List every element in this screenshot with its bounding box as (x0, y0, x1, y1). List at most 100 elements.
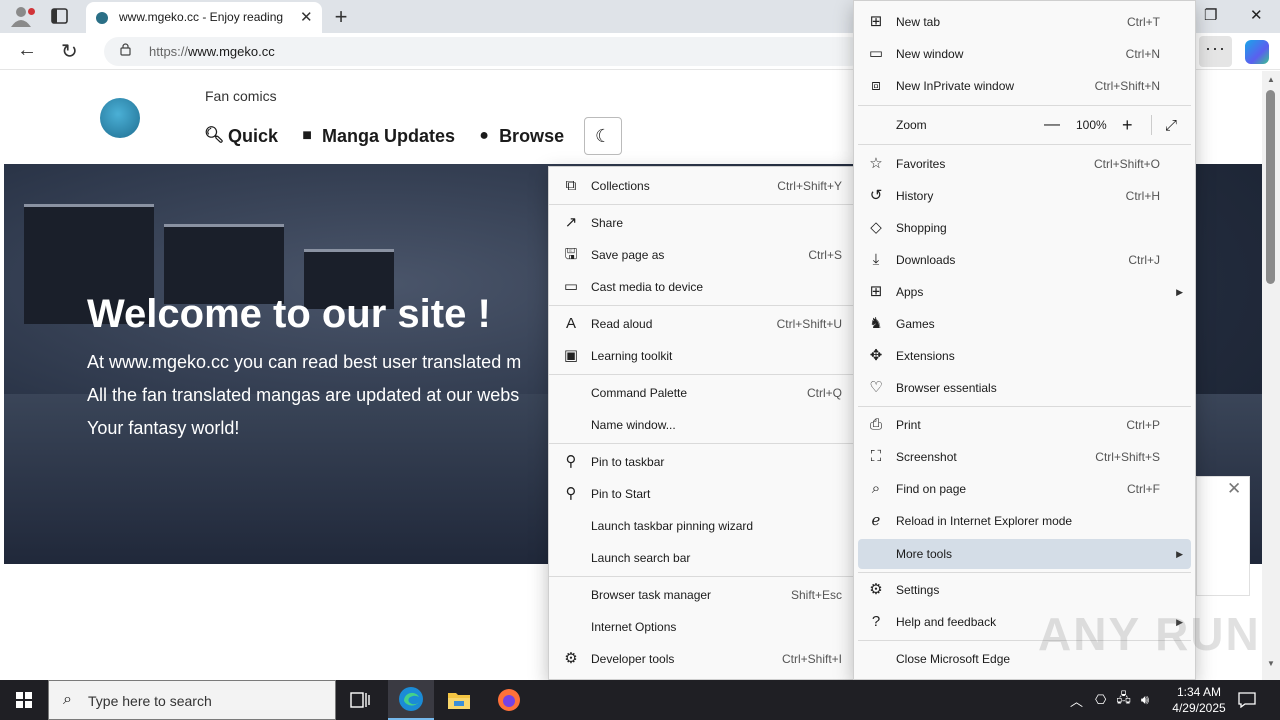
close-ad-icon[interactable]: ✕ (1227, 479, 1241, 499)
copilot-icon[interactable] (1245, 40, 1269, 64)
menu-item-browser-essentials[interactable]: ♡ Browser essentials (854, 373, 1195, 403)
menu-item-print[interactable]: ⎙ Print Ctrl+P (854, 410, 1195, 440)
menu-item-pin-to-taskbar[interactable]: ⚲ Pin to taskbar (549, 447, 855, 477)
edge-icon (399, 687, 423, 711)
scrollbar-thumb[interactable] (1266, 90, 1275, 284)
task-view-button[interactable] (337, 680, 383, 720)
menu-item-extensions[interactable]: ✥ Extensions (854, 341, 1195, 371)
menu-item-more-tools[interactable]: More tools ▶ (858, 539, 1191, 569)
scroll-down-icon[interactable]: ▼ (1267, 659, 1275, 668)
menu-item-history[interactable]: ↺ History Ctrl+H (854, 181, 1195, 211)
star-icon: ☆ (869, 155, 883, 172)
menu-item-favorites[interactable]: ☆ Favorites Ctrl+Shift+O (854, 149, 1195, 179)
menu-item-pin-to-start[interactable]: ⚲ Pin to Start (549, 479, 855, 509)
menu-item-settings[interactable]: ⚙ Settings (854, 575, 1195, 605)
settings-and-more-button[interactable]: ··· (1199, 36, 1232, 67)
menu-item-label: Downloads (896, 253, 956, 267)
start-button[interactable] (0, 680, 48, 720)
menu-item-share[interactable]: ↗ Share (549, 208, 855, 238)
taskbar-search-box[interactable]: ⌕ Type here to search (48, 680, 336, 720)
taskbar-file-explorer[interactable] (436, 680, 482, 720)
menu-item-internet-options[interactable]: Internet Options (549, 612, 855, 642)
show-hidden-icons-icon[interactable]: ︿ (1070, 691, 1083, 710)
site-nav: 🔍︎ Quick ■ Manga Updates ● Browse ☾ (204, 117, 623, 155)
menu-item-games[interactable]: ♞ Games (854, 309, 1195, 339)
url-host: www.mgeko.cc (188, 44, 275, 59)
restore-window-icon[interactable]: ❐ (1204, 6, 1217, 24)
history-icon: ↺ (869, 187, 883, 204)
menu-item-save-page-as[interactable]: 🖫 Save page as Ctrl+S (549, 240, 855, 270)
nav-browse[interactable]: ● Browse (475, 126, 564, 147)
menu-item-developer-tools[interactable]: ⚙ Developer tools Ctrl+Shift+I (549, 644, 855, 674)
menu-item-shopping[interactable]: ◇ Shopping (854, 213, 1195, 243)
taskbar-edge[interactable] (388, 680, 434, 720)
menu-item-launch-search-bar[interactable]: Launch search bar (549, 543, 855, 573)
fullscreen-icon[interactable]: ⤢ (1165, 117, 1177, 134)
menu-item-name-window[interactable]: Name window... (549, 410, 855, 440)
menu-item-label: Share (591, 216, 624, 230)
menu-divider (858, 144, 1191, 145)
menu-item-collections[interactable]: ⧉ Collections Ctrl+Shift+Y (549, 171, 855, 201)
menu-item-apps[interactable]: ⊞ Apps ▶ (854, 277, 1195, 307)
hero-text-line: At www.mgeko.cc you can read best user t… (87, 352, 522, 372)
anyrun-watermark: ANY RUN (1038, 608, 1261, 660)
zoom-out-button[interactable]: — (1044, 116, 1060, 134)
new-tab-icon[interactable]: + (330, 4, 352, 30)
menu-item-shortcut: Ctrl+J (1128, 253, 1160, 267)
device-icon[interactable]: ⎔ (1095, 692, 1106, 708)
new-window-icon: ▭ (868, 45, 884, 62)
menu-item-label: Shopping (896, 221, 947, 235)
menu-item-reload-ie-mode[interactable]: ℯ Reload in Internet Explorer mode (854, 506, 1195, 536)
volume-icon[interactable]: 🔊︎ (1141, 692, 1149, 708)
menu-divider (858, 572, 1191, 573)
theme-toggle-button[interactable]: ☾ (584, 117, 623, 155)
close-tab-icon[interactable]: ✕ (300, 8, 313, 26)
menu-item-read-aloud[interactable]: A Read aloud Ctrl+Shift+U (549, 309, 855, 339)
network-icon[interactable]: 🖧︎ (1116, 689, 1131, 711)
profile-button[interactable] (8, 5, 35, 27)
url-text: https://www.mgeko.cc (149, 44, 275, 59)
menu-item-screenshot[interactable]: ⛶ Screenshot Ctrl+Shift+S (854, 442, 1195, 472)
scroll-up-icon[interactable]: ▲ (1267, 75, 1275, 84)
menu-item-label: Favorites (896, 157, 946, 171)
menu-item-label: Cast media to device (591, 280, 704, 294)
menu-item-new-inprivate-window[interactable]: ⧈ New InPrivate window Ctrl+Shift+N (854, 71, 1195, 101)
menu-item-label: Launch taskbar pinning wizard (591, 519, 754, 533)
taskbar-firefox[interactable] (486, 680, 532, 720)
zoom-label: Zoom (896, 118, 927, 132)
site-logo[interactable] (100, 98, 140, 138)
menu-item-downloads[interactable]: ⤓ Downloads Ctrl+J (854, 245, 1195, 275)
menu-item-learning-toolkit[interactable]: ▣ Learning toolkit (549, 341, 855, 371)
active-tab[interactable]: www.mgeko.cc - Enjoy reading ✕ (86, 2, 322, 33)
menu-item-new-tab[interactable]: ⊞ New tab Ctrl+T (854, 7, 1195, 37)
tab-actions-button[interactable] (50, 7, 70, 25)
menu-item-find-on-page[interactable]: ⌕ Find on page Ctrl+F (854, 474, 1195, 504)
menu-item-browser-task-manager[interactable]: Browser task manager Shift+Esc (549, 580, 855, 610)
hero-text-line: All the fan translated mangas are update… (87, 385, 520, 405)
cast-icon: ▭ (563, 278, 579, 295)
nav-manga-updates[interactable]: ■ Manga Updates (298, 126, 455, 147)
back-arrow-icon[interactable]: ← (17, 39, 37, 62)
page-scrollbar[interactable]: ▲ ▼ (1262, 71, 1280, 680)
reload-icon[interactable]: ↻ (61, 39, 78, 64)
firefox-icon (498, 689, 520, 711)
nav-quick[interactable]: 🔍︎ Quick (204, 126, 278, 147)
menu-item-shortcut: Ctrl+H (1125, 189, 1160, 203)
magnifier-icon: 🔍︎ (204, 127, 225, 144)
menu-item-cast-media[interactable]: ▭ Cast media to device (549, 272, 855, 302)
menu-divider (858, 105, 1191, 106)
printer-icon: ⎙ (869, 416, 882, 433)
tab-actions-icon (51, 8, 68, 24)
address-bar[interactable]: https://www.mgeko.cc (104, 37, 864, 66)
notifications-button[interactable] (1224, 680, 1270, 720)
zoom-divider (1151, 115, 1152, 135)
menu-item-shortcut: Ctrl+Shift+O (1093, 157, 1160, 171)
menu-divider (549, 204, 855, 205)
menu-item-command-palette[interactable]: Command Palette Ctrl+Q (549, 378, 855, 408)
more-tools-menu: ⧉ Collections Ctrl+Shift+Y ↗ Share 🖫 Save pa… (548, 166, 856, 680)
find-icon: ⌕ (871, 480, 881, 497)
menu-item-new-window[interactable]: ▭ New window Ctrl+N (854, 39, 1195, 69)
menu-item-taskbar-pinning-wizard[interactable]: Launch taskbar pinning wizard (549, 511, 855, 541)
close-window-icon[interactable]: ✕ (1250, 6, 1263, 24)
zoom-in-button[interactable]: + (1122, 115, 1133, 136)
